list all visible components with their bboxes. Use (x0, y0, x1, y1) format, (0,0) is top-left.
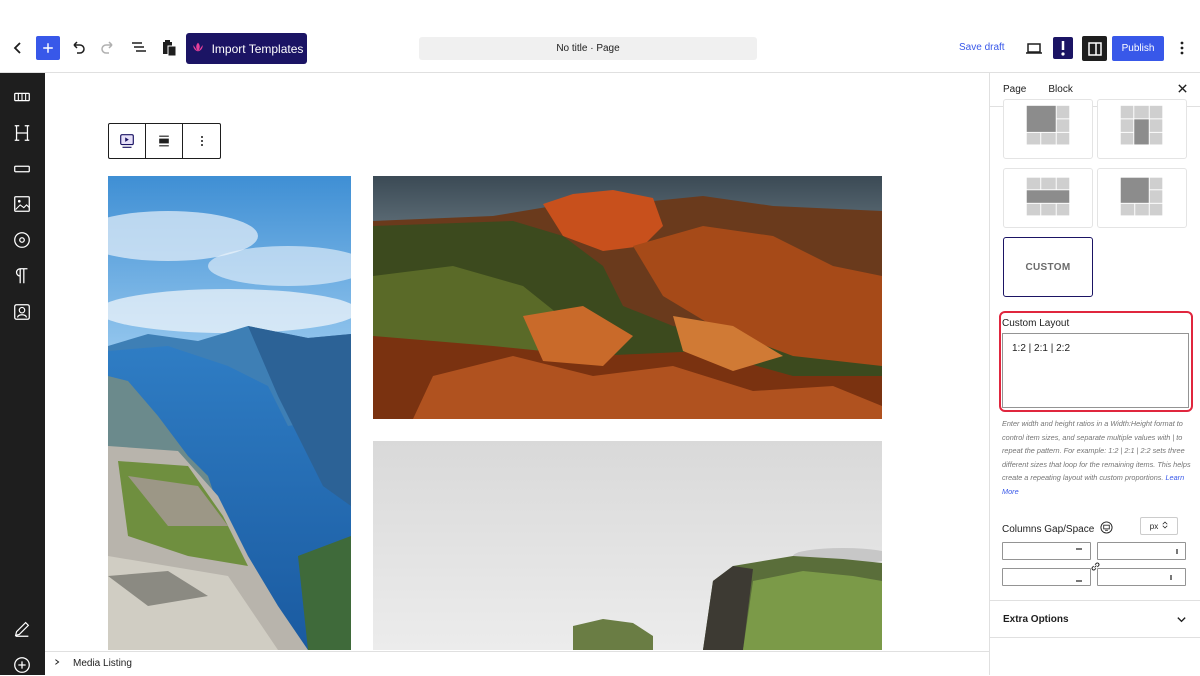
block-toolbar (108, 123, 221, 159)
tab-block[interactable]: Block (1048, 84, 1072, 95)
unit-select[interactable]: px (1140, 517, 1178, 535)
left-block-sidebar (0, 73, 45, 675)
options-menu-icon[interactable] (1170, 36, 1194, 60)
heading-block-icon[interactable] (11, 122, 33, 144)
unit-value: px (1149, 521, 1159, 531)
document-overview-icon[interactable] (127, 36, 151, 60)
document-title-bar[interactable]: No title · Page (419, 37, 757, 60)
publish-button[interactable]: Publish (1112, 36, 1164, 61)
extra-options-label: Extra Options (1003, 613, 1069, 625)
add-block-button[interactable] (36, 36, 60, 60)
layout-option-2[interactable] (1097, 99, 1187, 159)
custom-layout-help-text: Enter width and height ratios in a Width… (1002, 417, 1192, 499)
layout-option-3[interactable] (1003, 168, 1093, 228)
clipboard-icon[interactable] (157, 36, 181, 60)
plugin-alert-icon[interactable] (1053, 37, 1073, 59)
undo-icon[interactable] (66, 36, 90, 60)
custom-layout-textarea[interactable]: 1:2 | 2:1 | 2:2 (1002, 333, 1189, 408)
save-draft-button[interactable]: Save draft (959, 42, 1005, 53)
paragraph-block-icon[interactable] (11, 265, 33, 287)
slider-block-icon[interactable] (11, 86, 33, 108)
editor-canvas[interactable] (45, 73, 989, 650)
edit-pencil-icon[interactable] (11, 618, 33, 640)
gap-bottom-input[interactable] (1002, 568, 1091, 586)
more-options-icon[interactable] (183, 124, 220, 158)
close-icon[interactable] (1177, 83, 1188, 97)
top-toolbar: Import Templates No title · Page Save dr… (0, 0, 1200, 73)
gap-left-input[interactable] (1097, 568, 1186, 586)
misty-hills-image[interactable] (373, 441, 882, 650)
layout-option-custom[interactable]: CUSTOM (1003, 237, 1093, 297)
custom-layout-label: Custom Layout (1002, 318, 1070, 329)
breadcrumb-chevron-icon (53, 658, 61, 669)
preview-device-icon[interactable] (1022, 36, 1046, 60)
gap-top-input[interactable] (1002, 542, 1091, 560)
help-text-body: Enter width and height ratios in a Width… (1002, 419, 1191, 483)
lotus-icon (190, 42, 206, 56)
media-listing-block-icon[interactable] (109, 124, 146, 158)
circle-block-icon[interactable] (11, 229, 33, 251)
button-block-icon[interactable] (11, 158, 33, 180)
align-icon[interactable] (146, 124, 183, 158)
unit-chevron-icon (1162, 521, 1168, 531)
responsive-device-icon[interactable] (1100, 521, 1113, 537)
block-breadcrumb: Media Listing (45, 651, 989, 675)
profile-block-icon[interactable] (11, 301, 33, 323)
tab-page[interactable]: Page (1003, 84, 1026, 95)
fjord-cliff-image[interactable] (108, 176, 351, 650)
layout-option-4[interactable] (1097, 168, 1187, 228)
image-block-icon[interactable] (11, 193, 33, 215)
gap-right-input[interactable] (1097, 542, 1186, 560)
columns-gap-label: Columns Gap/Space (1002, 523, 1095, 535)
settings-sidebar: Page Block CUSTOM Custom Layout 1:2 | 2:… (989, 73, 1200, 675)
back-icon[interactable] (6, 36, 30, 60)
columns-gap-label-row: Columns Gap/Space (1002, 521, 1113, 537)
breadcrumb-item[interactable]: Media Listing (73, 658, 132, 669)
chevron-down-icon (1176, 614, 1187, 628)
layout-option-1[interactable] (1003, 99, 1093, 159)
settings-sidebar-toggle-icon[interactable] (1082, 36, 1107, 61)
canyon-sunset-image[interactable] (373, 176, 882, 419)
redo-icon[interactable] (96, 36, 120, 60)
import-templates-label: Import Templates (211, 41, 304, 56)
extra-options-panel-toggle[interactable]: Extra Options (990, 600, 1200, 638)
import-templates-button[interactable]: Import Templates (186, 33, 307, 64)
add-circle-icon[interactable] (11, 654, 33, 676)
